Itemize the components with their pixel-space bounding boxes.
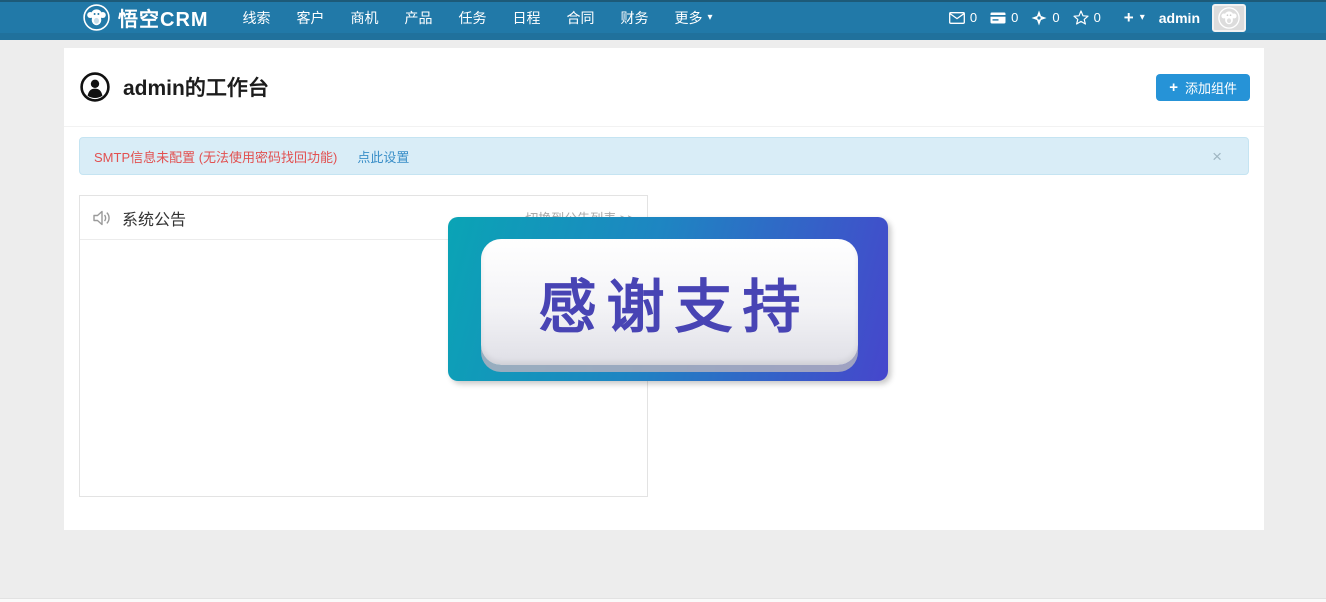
window-bottom-edge — [0, 598, 1326, 602]
nav-item-leads[interactable]: 线索 — [243, 8, 271, 28]
monkey-logo-icon — [83, 4, 110, 31]
mail-icon — [949, 12, 965, 24]
main-menu: 线索 客户 商机 产品 任务 日程 合同 财务 更多 ▾ — [243, 8, 713, 28]
user-circle-icon — [80, 72, 110, 102]
compass-icon — [1031, 10, 1047, 26]
star-counter[interactable]: 0 — [1073, 10, 1101, 25]
navbar-shadow-strip — [0, 33, 1326, 40]
message-counter[interactable]: 0 — [949, 10, 977, 25]
speaker-icon — [92, 209, 112, 227]
plus-icon: + — [1169, 80, 1178, 95]
brand-logo[interactable]: 悟空CRM — [83, 3, 209, 32]
plus-icon: + — [1124, 9, 1134, 26]
compass-counter[interactable]: 0 — [1031, 10, 1059, 26]
nav-item-tasks[interactable]: 任务 — [459, 8, 487, 28]
page-title: admin的工作台 — [123, 72, 269, 102]
nav-item-contracts[interactable]: 合同 — [567, 8, 595, 28]
nav-item-more-label: 更多 — [675, 8, 703, 28]
card-icon — [990, 12, 1006, 24]
chevron-down-icon: ▾ — [708, 13, 713, 23]
avatar-monkey-icon — [1218, 7, 1240, 29]
nav-item-more[interactable]: 更多 ▾ — [675, 8, 713, 28]
nav-item-products[interactable]: 产品 — [405, 8, 433, 28]
card-counter[interactable]: 0 — [990, 10, 1018, 25]
add-widget-button[interactable]: + 添加组件 — [1156, 74, 1250, 101]
thanks-banner-text: 感谢支持 — [528, 260, 810, 344]
user-avatar[interactable] — [1212, 4, 1246, 32]
quick-add-menu[interactable]: + ▾ — [1124, 9, 1145, 26]
nav-item-customers[interactable]: 客户 — [297, 8, 325, 28]
nav-item-schedule[interactable]: 日程 — [513, 8, 541, 28]
brand-name: 悟空CRM — [118, 3, 209, 32]
thanks-banner-image: 感谢支持 — [448, 217, 888, 381]
thanks-banner-button: 感谢支持 — [481, 239, 858, 365]
nav-item-finance[interactable]: 财务 — [621, 8, 649, 28]
compass-count: 0 — [1052, 10, 1059, 25]
username-label[interactable]: admin — [1159, 10, 1200, 26]
announcement-title: 系统公告 — [122, 206, 186, 230]
navbar-right-cluster: 0 0 0 — [949, 3, 1246, 32]
star-icon — [1073, 10, 1089, 25]
smtp-alert: SMTP信息未配置 (无法使用密码找回功能) 点此设置 × — [79, 137, 1249, 175]
message-count: 0 — [970, 10, 977, 25]
smtp-settings-link[interactable]: 点此设置 — [357, 147, 409, 166]
star-count: 0 — [1094, 10, 1101, 25]
card-count: 0 — [1011, 10, 1018, 25]
top-navbar: 悟空CRM 线索 客户 商机 产品 任务 日程 合同 财务 更多 ▾ — [0, 0, 1326, 33]
nav-item-opportunities[interactable]: 商机 — [351, 8, 379, 28]
smtp-alert-message: SMTP信息未配置 (无法使用密码找回功能) — [94, 147, 337, 166]
close-icon[interactable]: × — [1200, 148, 1234, 165]
chevron-down-icon: ▾ — [1140, 13, 1145, 23]
add-widget-label: 添加组件 — [1185, 78, 1237, 97]
workbench-header: admin的工作台 + 添加组件 — [64, 48, 1264, 127]
